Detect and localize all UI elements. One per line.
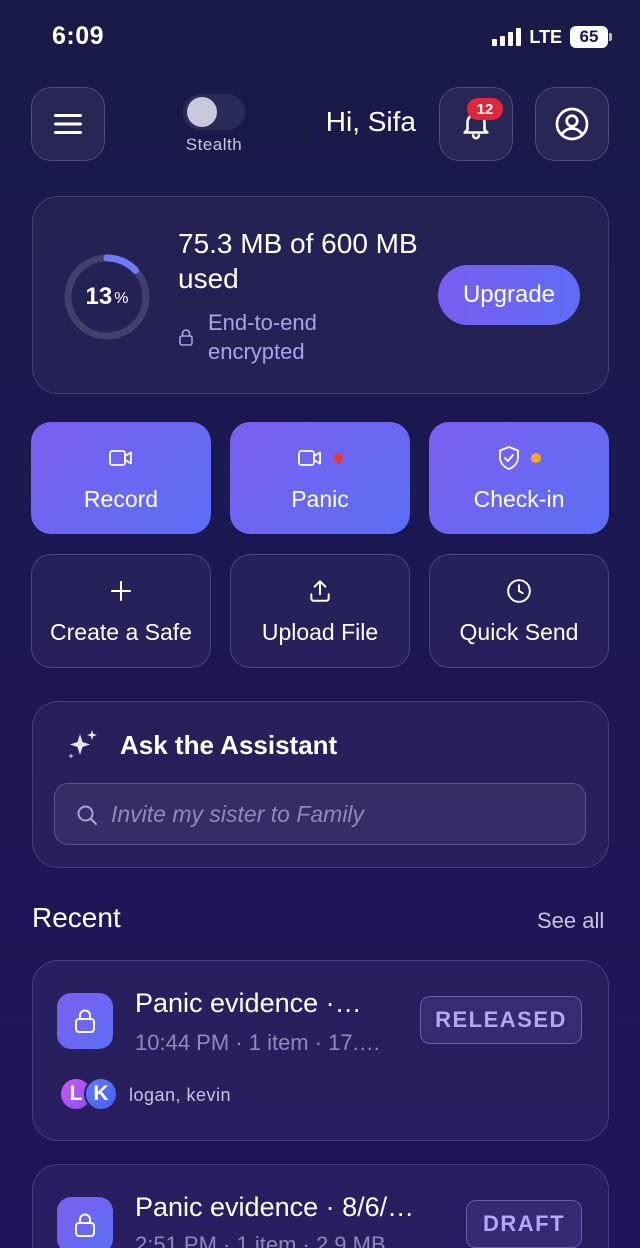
status-badge: RELEASED (420, 996, 582, 1044)
recent-item-title: Panic evidence ·… (135, 988, 362, 1018)
assistant-input[interactable] (111, 784, 571, 844)
battery-icon: 65 (570, 26, 612, 48)
see-all-link[interactable]: See all (537, 908, 604, 934)
notification-badge: 12 (467, 98, 503, 120)
status-badge: DRAFT (466, 1200, 582, 1248)
checkin-indicator-dot (531, 452, 541, 463)
storage-percent: 13% (62, 252, 152, 342)
record-label: Record (83, 485, 159, 512)
storage-percent-value: 13 (85, 283, 113, 310)
plus-icon (111, 580, 131, 601)
create-safe-label: Create a Safe (50, 618, 192, 645)
profile-button[interactable] (535, 87, 609, 161)
hamburger-icon (54, 114, 82, 134)
status-indicators: LTE 65 (492, 26, 612, 48)
checkin-button[interactable]: Check-in (429, 422, 609, 534)
recent-item-meta: 2:51 PM · 1 item · 2.9 MB (135, 1232, 386, 1248)
user-icon (555, 107, 589, 141)
upload-file-button[interactable]: Upload File (230, 554, 410, 668)
search-icon (77, 805, 97, 825)
record-button[interactable]: Record (31, 422, 211, 534)
stealth-toggle[interactable] (183, 94, 245, 130)
recent-title: Recent (32, 902, 121, 933)
quick-send-label: Quick Send (459, 618, 579, 645)
clock-icon (507, 578, 531, 603)
safe-lock-icon (57, 1197, 113, 1248)
upload-icon (310, 579, 330, 602)
upload-file-label: Upload File (261, 618, 379, 645)
video-camera-icon (109, 449, 132, 466)
recent-item-title: Panic evidence · 8/6/… (135, 1192, 415, 1222)
menu-button[interactable] (31, 87, 105, 161)
quick-send-button[interactable]: Quick Send (429, 554, 609, 668)
recent-item-participants: logan, kevin (129, 1085, 232, 1105)
lock-icon (179, 329, 193, 346)
encryption-label: End-to-end encrypted (208, 310, 317, 364)
stealth-label: Stealth (185, 135, 243, 154)
battery-level: 65 (570, 26, 608, 48)
sparkles-icon (68, 730, 97, 759)
shield-check-icon (499, 445, 519, 470)
signal-icon (492, 28, 522, 46)
checkin-label: Check-in (473, 485, 565, 512)
recent-item-meta: 10:44 PM · 1 item · 17.… (135, 1030, 381, 1055)
network-type: LTE (529, 26, 562, 47)
panic-indicator-dot (333, 452, 343, 463)
storage-percent-sign: % (114, 290, 129, 307)
storage-usage: 75.3 MB of 600 MB used (178, 228, 418, 294)
panic-label: Panic (291, 485, 349, 512)
stealth-toggle-knob (187, 97, 217, 127)
video-camera-icon (298, 449, 321, 466)
assistant-input-container (54, 783, 586, 845)
upgrade-button[interactable]: Upgrade (438, 265, 580, 325)
panic-button[interactable]: Panic (230, 422, 410, 534)
safe-lock-icon (57, 993, 113, 1049)
status-time: 6:09 (52, 22, 105, 50)
assistant-title: Ask the Assistant (120, 730, 338, 760)
greeting: Hi, Sifa (325, 106, 416, 137)
create-safe-button[interactable]: Create a Safe (31, 554, 211, 668)
avatar: K (84, 1077, 118, 1111)
